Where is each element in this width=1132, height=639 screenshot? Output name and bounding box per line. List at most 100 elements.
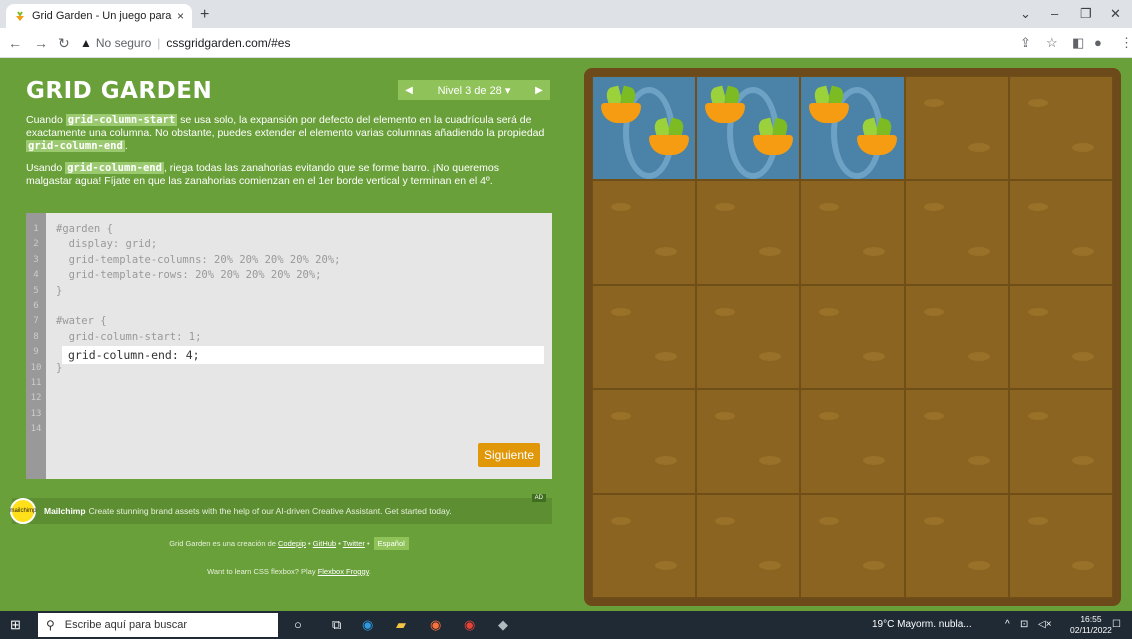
code-line: display: grid; [56,238,158,251]
app-icon[interactable]: ◆ [498,617,508,633]
garden-cell-soil [1008,493,1113,598]
close-window-icon[interactable]: ✕ [1110,6,1121,22]
code-line: } [56,284,63,297]
url-separator: | [157,36,161,50]
ad-badge: AD [531,494,546,502]
level-dropdown[interactable]: Nivel 3 de 28 ▾ [420,84,528,97]
garden-cell-soil [1008,284,1113,390]
flexbox-promo: Want to learn CSS flexbox? Play Flexbox … [26,567,552,576]
restore-icon[interactable]: ❐ [1080,6,1092,22]
menu-kebab-icon[interactable]: ⋮ [1120,35,1132,51]
windows-start-icon[interactable]: ⊞ [10,617,21,633]
windows-taskbar: ⊞ ⚲ Escribe aquí para buscar ○ ⧉ ◉ ▰ ◉ ◉… [0,611,1132,639]
line-number: 6 [33,300,39,311]
line-number-gutter: 1 2 3 4 5 6 7 8 9 10 11 12 13 14 [26,213,46,479]
github-link[interactable]: GitHub [313,539,336,548]
url-text: cssgridgarden.com/#es [166,36,291,50]
bookmark-star-icon[interactable]: ☆ [1046,35,1058,51]
browser-tab[interactable]: Grid Garden - Un juego para apr... × [6,4,192,28]
line-number: 5 [33,285,39,296]
insecure-label: No seguro [95,36,152,50]
new-tab-button[interactable]: + [200,6,209,24]
garden-cell-soil [696,180,801,285]
search-icon: ⚲ [46,618,55,632]
garden-cell-soil [800,389,905,494]
back-icon[interactable]: ← [8,35,22,51]
close-tab-icon[interactable]: × [177,9,184,23]
url-field[interactable]: ▲ No seguro | cssgridgarden.com/#es [80,32,1000,54]
garden-cell-soil [800,284,905,390]
network-icon[interactable]: ⊡ [1020,619,1028,630]
garden-cell-soil [1008,389,1113,494]
share-icon[interactable]: ⇪ [1020,35,1031,51]
credits-footer: Grid Garden es una creación de Codepip •… [26,537,552,550]
forward-icon[interactable]: → [34,35,48,51]
code-term: grid-column-end [65,162,164,174]
mailchimp-logo-icon: mailchimp [10,498,37,524]
line-number: 7 [33,316,39,327]
reload-icon[interactable]: ↻ [58,35,70,52]
credit-text: Grid Garden es una creación de [169,539,279,548]
game-page: GRID GARDEN ◀ Nivel 3 de 28 ▾ ▶ Cuando g… [0,58,1132,611]
line-number: 11 [30,377,42,388]
css-input-field[interactable]: grid-column-end: 4; [62,346,544,364]
codepip-link[interactable]: Codepip [278,539,306,548]
line-number: 12 [30,393,42,404]
garden-cell-soil [592,493,697,598]
language-selector[interactable]: Español [373,537,409,550]
prev-level-button[interactable]: ◀ [398,85,420,96]
instruction-paragraph-1: Cuando grid-column-start se usa solo, la… [26,114,546,153]
code-line: grid-template-rows: 20% 20% 20% 20% 20%; [56,269,322,282]
browser-tabstrip: Grid Garden - Un juego para apr... × + ⌄… [0,0,1132,28]
game-logo: GRID GARDEN [26,78,213,104]
code-line: #water { [56,315,107,328]
promo-text: Want to learn CSS flexbox? Play [207,567,318,576]
garden-cell-soil [800,493,905,598]
time: 16:55 [1080,614,1102,624]
code-term: grid-column-start [65,114,178,126]
garden-cell-soil [904,493,1009,598]
garden-cell-water [592,76,697,181]
flexbox-froggy-link[interactable]: Flexbox Froggy [318,567,369,576]
search-placeholder: Escribe aquí para buscar [64,619,188,631]
tab-title: Grid Garden - Un juego para apr... [32,10,173,22]
promo-text: . [368,567,371,576]
css-editor: 1 2 3 4 5 6 7 8 9 10 11 12 13 14 #garden… [26,213,552,479]
chevron-down-icon[interactable]: ⌄ [1020,6,1031,22]
line-number: 10 [30,362,42,373]
file-explorer-icon[interactable]: ▰ [396,617,406,633]
line-number: 1 [33,224,39,234]
profile-avatar-icon[interactable]: ● [1094,35,1102,50]
ad-brand: Mailchimp [44,506,86,516]
notification-icon[interactable]: ☐ [1112,619,1121,630]
cortana-icon[interactable]: ○ [294,617,302,632]
address-bar: ← → ↻ ▲ No seguro | cssgridgarden.com/#e… [0,28,1132,58]
next-level-button[interactable]: ▶ [528,85,550,96]
task-view-icon[interactable]: ⧉ [332,617,341,633]
minimize-icon[interactable]: – [1051,6,1058,21]
garden-cell-soil [800,180,905,285]
side-panel-icon[interactable]: ◧ [1072,35,1084,51]
instr-text: Usando [26,162,66,174]
taskbar-search-field[interactable]: ⚲ Escribe aquí para buscar [38,613,278,637]
next-button[interactable]: Siguiente [478,443,540,467]
separator: • [336,539,343,548]
firefox-icon[interactable]: ◉ [430,617,441,633]
weather-widget[interactable]: 19°C Mayorm. nubla... [872,619,972,630]
taskbar-clock[interactable]: 16:55 02/11/2022 [1070,614,1112,636]
ad-banner[interactable]: mailchimp Mailchimp Create stunning bran… [10,494,552,524]
tray-chevron-icon[interactable]: ^ [1005,619,1010,630]
garden-cell-soil [592,180,697,285]
chrome-icon[interactable]: ◉ [464,617,475,633]
line-number: 13 [30,408,42,419]
garden-cell-soil [696,284,801,390]
line-number: 4 [33,270,39,281]
volume-icon[interactable]: ◁× [1038,619,1052,630]
twitter-link[interactable]: Twitter [343,539,365,548]
level-navigation: ◀ Nivel 3 de 28 ▾ ▶ [398,80,550,100]
garden-board [584,68,1121,606]
edge-icon[interactable]: ◉ [362,617,373,633]
line-number: 9 [33,347,39,358]
code-term: grid-column-end [26,140,125,152]
